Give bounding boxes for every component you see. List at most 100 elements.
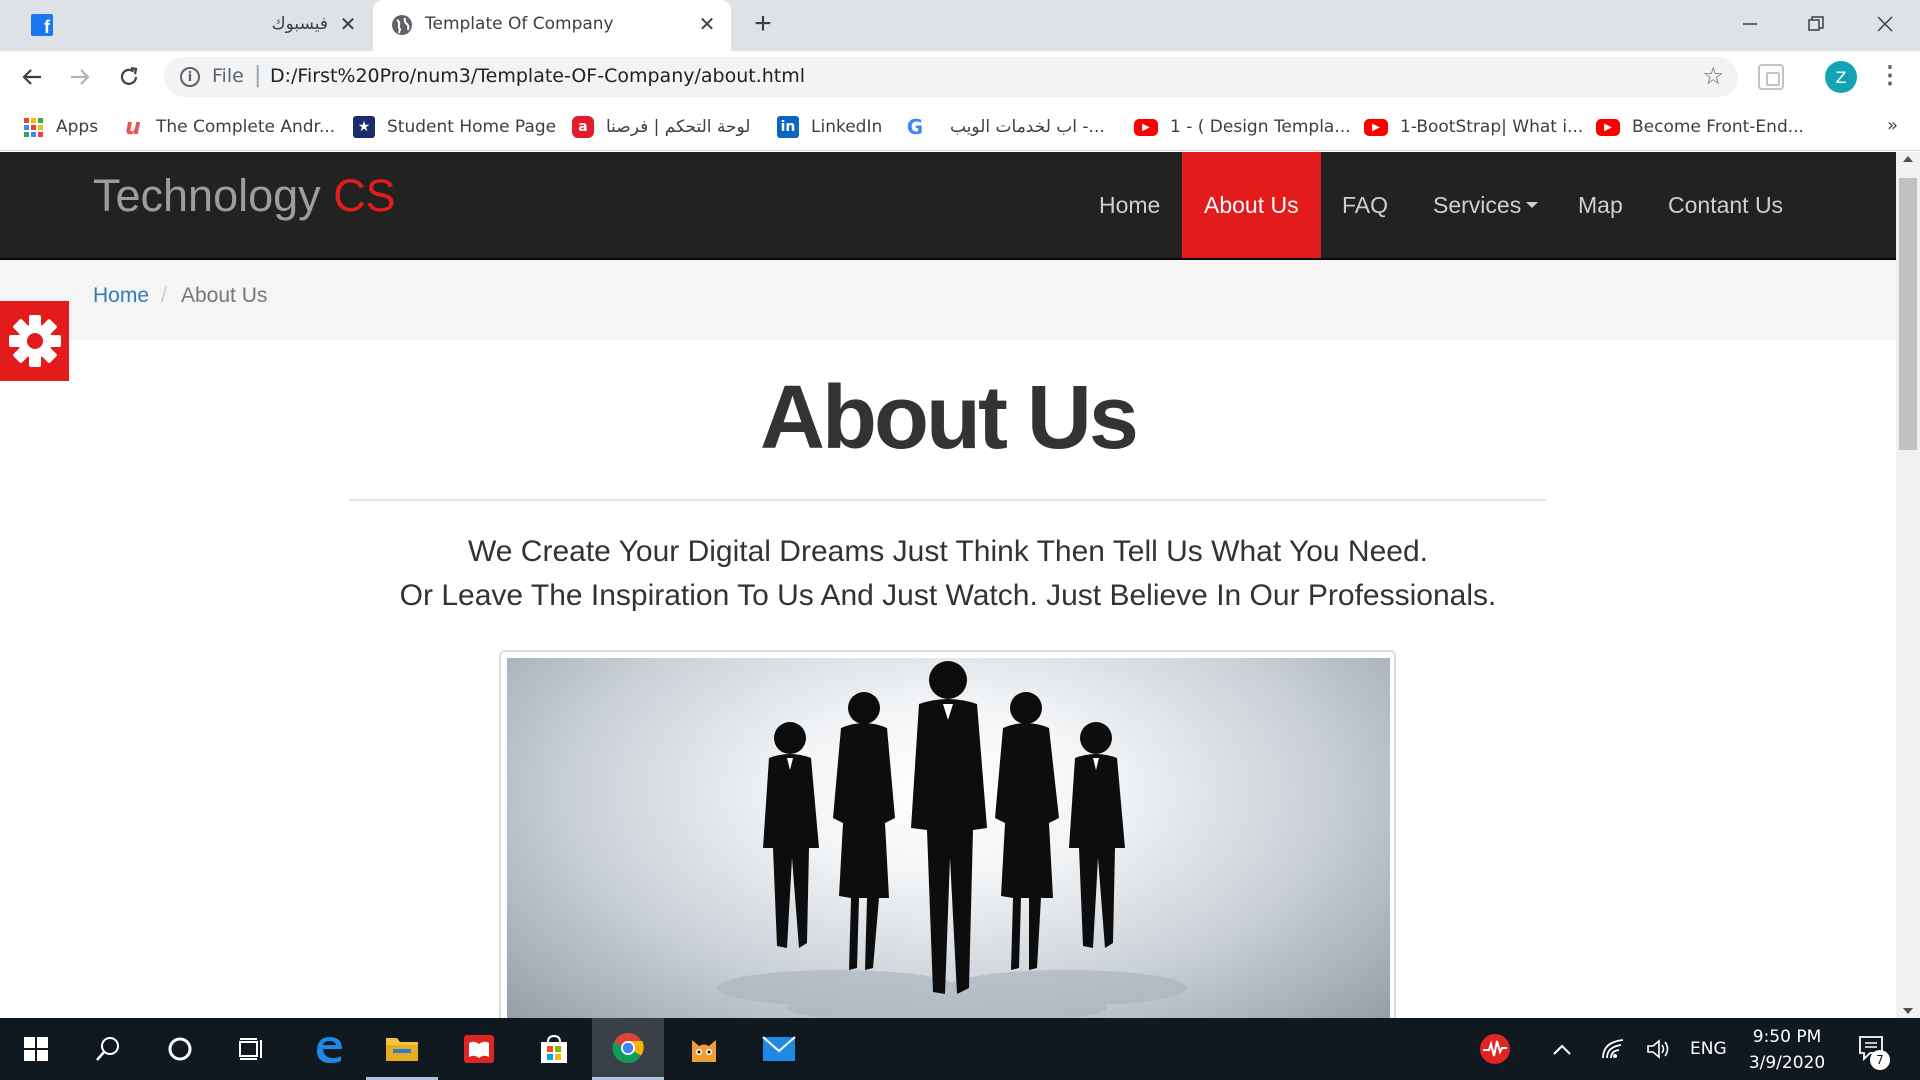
tab-template-of-company[interactable]: Template Of Company ✕ [373,0,731,51]
taskbar-mail[interactable] [743,1018,815,1080]
notification-count-badge: 7 [1870,1050,1890,1070]
cortana-button[interactable] [144,1018,216,1080]
bookmark-bootstrap[interactable]: ▶ 1-BootStrap| What i... [1364,114,1583,140]
brand-name: Technology [93,170,321,221]
restore-button[interactable] [1786,6,1846,42]
breadcrumb-separator: / [161,284,167,307]
input-language[interactable]: ENG [1690,1039,1727,1059]
extension-icon[interactable] [1758,64,1784,90]
close-icon [1877,16,1893,32]
close-icon[interactable]: ✕ [336,12,360,36]
url-separator: | [254,63,262,88]
browser-tab-strip: f فيسبوك ✕ Template Of Company ✕ + [0,0,1920,51]
breadcrumb: Home / About Us [0,260,1896,340]
nav-map[interactable]: Map [1556,152,1645,258]
team-image-frame [499,650,1396,1018]
more-menu-icon[interactable]: ⋮ [1878,61,1902,93]
scroll-up-arrow-icon[interactable] [1903,156,1913,162]
action-center-button[interactable]: 7 [1852,1018,1892,1080]
tray-volume[interactable] [1640,1018,1676,1080]
star-badge-icon: ★ [353,116,375,138]
nav-faq[interactable]: FAQ [1320,152,1410,258]
bookmark-label: اب لخدمات الويب -... [950,117,1105,137]
breadcrumb-home[interactable]: Home [93,284,149,308]
info-icon[interactable]: i [180,67,200,87]
bookmark-udemy[interactable]: u The Complete Andr... [122,114,335,140]
linkedin-icon: in [777,116,799,138]
taskbar-file-explorer[interactable] [366,1018,438,1080]
back-button[interactable] [16,61,48,93]
chrome-icon [612,1032,644,1063]
bookmark-label: 1-BootStrap| What i... [1400,117,1584,137]
search-button[interactable] [72,1018,144,1080]
intro-line-1: We Create Your Digital Dreams Just Think… [468,535,1428,568]
url-text[interactable]: D:/First%20Pro/num3/Template-OF-Company/… [270,65,805,87]
bookmark-apps[interactable]: Apps [22,114,98,140]
address-bar[interactable]: i File | D:/First%20Pro/num3/Template-OF… [164,57,1738,97]
bookmark-google[interactable]: G [904,114,938,140]
mail-icon [762,1036,796,1061]
page-title: About Us [760,368,1139,468]
search-icon [96,1037,119,1061]
bookmark-web-services[interactable]: اب لخدمات الويب -... [950,114,1105,140]
task-view-button[interactable] [216,1018,288,1080]
minimize-button[interactable] [1720,6,1780,42]
reload-button[interactable] [113,61,145,93]
tray-overflow[interactable] [1542,1018,1582,1080]
breadcrumb-current: About Us [181,284,268,307]
nav-services[interactable]: Services [1411,152,1560,258]
start-button[interactable] [0,1018,72,1080]
tray-health-app[interactable] [1459,1018,1531,1080]
bookmark-forsa[interactable]: a لوحة التحكم | فرصنا [572,114,750,140]
intro-line-2: Or Leave The Inspiration To Us And Just … [399,579,1497,612]
chevron-double-right-icon[interactable]: » [1887,115,1898,136]
udemy-icon: u [125,114,141,140]
profile-avatar[interactable]: Z [1825,61,1857,93]
taskbar-store[interactable] [518,1018,590,1080]
nav-contact-us[interactable]: Contant Us [1646,152,1805,258]
close-icon[interactable]: ✕ [695,12,719,36]
site-navbar: Technology CS Home About Us FAQ Services… [0,152,1896,260]
tab-title: فيسبوك [271,14,328,34]
bookmark-student-home[interactable]: ★ Student Home Page [353,114,556,140]
scroll-down-arrow-icon[interactable] [1903,1008,1913,1014]
bookmark-label: Become Front-End... [1632,117,1804,137]
tab-facebook[interactable]: f فيسبوك ✕ [0,0,370,51]
nav-about-us[interactable]: About Us [1182,152,1321,258]
bookmark-label: Apps [56,117,99,137]
page-scrollbar[interactable] [1896,152,1920,1018]
taskbar-chrome[interactable] [592,1018,664,1080]
page-viewport: Technology CS Home About Us FAQ Services… [0,152,1896,1018]
forward-button[interactable] [64,61,96,93]
taskbar-reader-app[interactable] [443,1018,515,1080]
tray-network[interactable] [1595,1018,1631,1080]
bookmark-label: The Complete Andr... [156,117,336,137]
bookmark-star-icon[interactable]: ☆ [1702,62,1724,90]
bookmark-design-template[interactable]: ▶ 1 - ( Design Templa... [1134,114,1351,140]
url-scheme: File [212,65,244,87]
scrollbar-thumb[interactable] [1899,178,1917,450]
bookmark-linkedin[interactable]: in LinkedIn [777,114,882,140]
youtube-icon: ▶ [1364,118,1388,136]
google-icon: G [906,115,924,139]
caret-down-icon [1526,202,1539,208]
bookmark-label: LinkedIn [811,117,883,137]
minimize-icon [1743,23,1757,25]
youtube-icon: ▶ [1134,118,1158,136]
bookmark-front-end[interactable]: ▶ Become Front-End... [1596,114,1804,140]
forsa-icon: a [572,116,594,138]
gear-icon [8,315,61,367]
taskbar-scratch[interactable] [668,1018,740,1080]
heartbeat-icon [1480,1034,1510,1064]
bookmarks-bar: Apps u The Complete Andr... ★ Student Ho… [0,103,1920,151]
edge-icon [317,1037,342,1063]
intro-text: We Create Your Digital Dreams Just Think… [0,530,1896,618]
nav-home[interactable]: Home [1077,152,1182,258]
system-clock[interactable]: 9:50 PM 3/9/2020 [1736,1024,1838,1076]
new-tab-button[interactable]: + [748,9,778,40]
bookmark-label: لوحة التحكم | فرصنا [606,117,751,137]
taskbar-edge[interactable] [293,1018,365,1080]
reload-icon [120,66,138,85]
window-close-button[interactable] [1855,6,1915,42]
site-brand[interactable]: Technology CS [93,170,396,222]
